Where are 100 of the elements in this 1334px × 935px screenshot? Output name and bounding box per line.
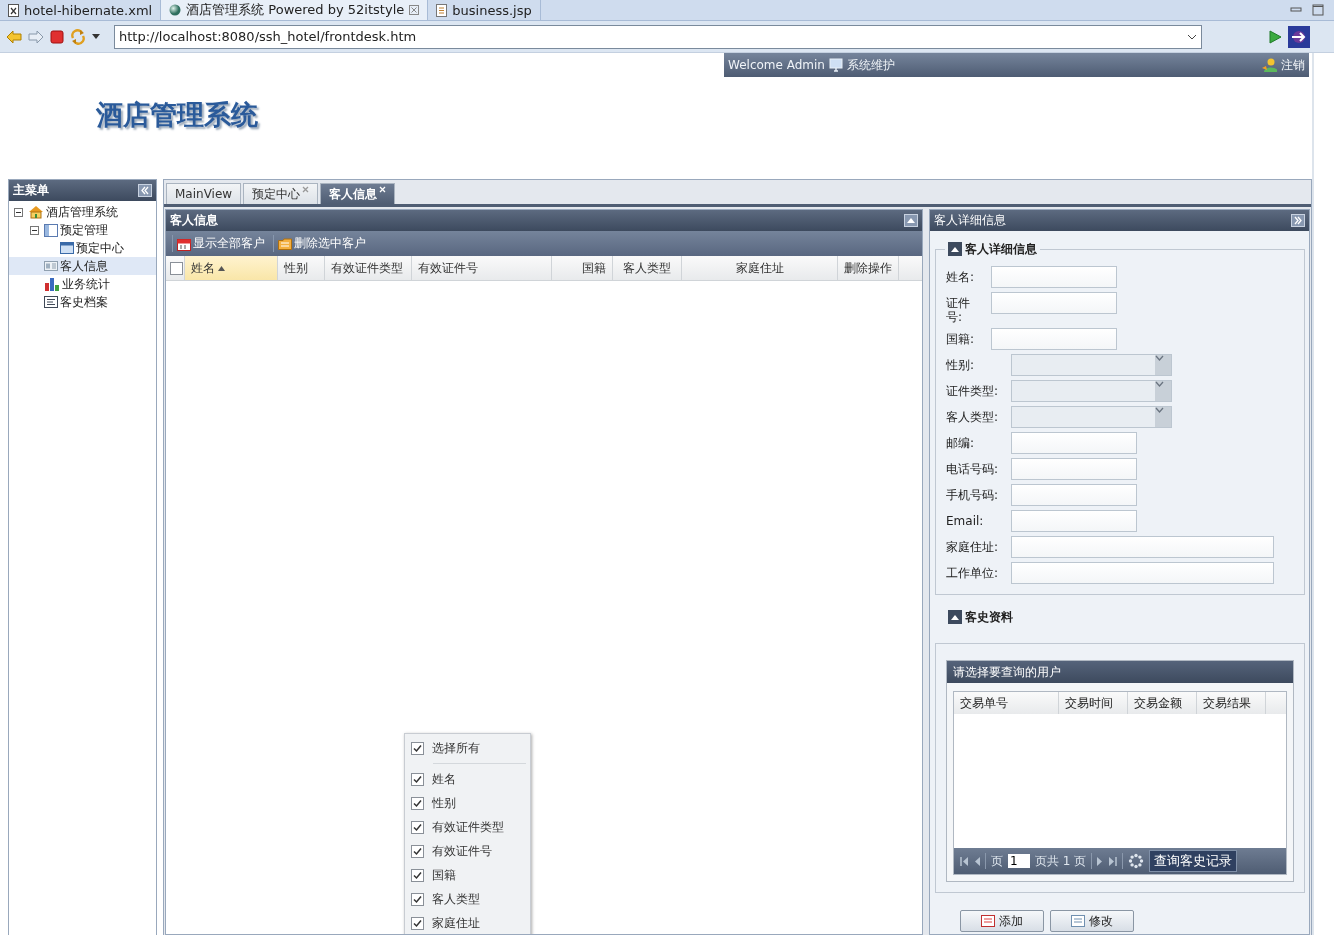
address-field[interactable]: http://localhost:8080/ssh_hotel/frontdesk.htm xyxy=(114,24,1202,49)
app-icon[interactable] xyxy=(1288,25,1310,48)
refresh-icon[interactable] xyxy=(1128,853,1145,869)
maximize-icon[interactable] xyxy=(1312,4,1324,16)
collapse-icon[interactable] xyxy=(29,225,40,235)
menu-item[interactable]: 家庭住址 xyxy=(405,911,530,934)
last-page-icon[interactable] xyxy=(1108,856,1118,866)
tab[interactable]: 客人信息 xyxy=(320,183,396,204)
input-field[interactable] xyxy=(1011,458,1137,480)
input-field[interactable] xyxy=(991,292,1117,314)
collapse-icon[interactable] xyxy=(948,610,962,624)
pager-label: 页共 1 页 xyxy=(1035,852,1087,870)
input-field[interactable] xyxy=(1011,536,1274,558)
field-label: 邮编: xyxy=(946,435,976,450)
browser-tab[interactable]: 酒店管理系统 Powered by 52itstyle xyxy=(161,0,429,20)
collapse-icon[interactable] xyxy=(948,242,962,256)
first-page-icon[interactable] xyxy=(960,856,969,866)
menu-item[interactable]: 有效证件类型 xyxy=(405,815,530,839)
tab[interactable]: 预定中心 xyxy=(243,183,319,204)
select-all-checkbox[interactable] xyxy=(170,261,183,275)
field-label: 姓名: xyxy=(946,269,976,284)
monitor-icon[interactable] xyxy=(828,58,843,72)
chevron-icon[interactable] xyxy=(1187,33,1197,40)
close-icon[interactable] xyxy=(302,186,310,193)
menu-item[interactable]: 有效证件号 xyxy=(405,839,530,863)
collapse-icon[interactable] xyxy=(13,207,24,217)
input-field[interactable] xyxy=(1011,432,1137,454)
column-header[interactable]: 家庭住址 xyxy=(682,256,838,280)
field-label: 性别: xyxy=(946,357,976,372)
stop-icon[interactable] xyxy=(50,29,64,44)
column-header[interactable]: 客人类型 xyxy=(613,256,682,280)
tree-item[interactable]: 预定管理 xyxy=(9,221,156,239)
page-field[interactable]: 1 xyxy=(1008,854,1030,868)
play-icon[interactable] xyxy=(1268,29,1282,44)
column-header[interactable]: 姓名 xyxy=(185,256,278,280)
dropdown-field[interactable] xyxy=(1011,380,1172,402)
field-label: 电话号码: xyxy=(946,461,1000,476)
forward-icon[interactable] xyxy=(28,29,44,44)
tree-item[interactable]: 预定中心 xyxy=(9,239,156,257)
column-header[interactable]: 交易时间 xyxy=(1059,692,1128,714)
panel-icon xyxy=(44,223,58,237)
field-label: 家庭住址: xyxy=(946,539,1000,554)
tree-item[interactable]: 客史档案 xyxy=(9,293,156,311)
toolbar-button[interactable]: 显示全部客户 xyxy=(172,235,269,252)
input-field[interactable] xyxy=(1011,484,1137,506)
checkbox[interactable] xyxy=(411,844,424,858)
menu-item[interactable]: 选择所有 xyxy=(405,736,530,760)
input-field[interactable] xyxy=(1011,510,1137,532)
checkbox[interactable] xyxy=(411,772,424,786)
expand-icon[interactable] xyxy=(1291,214,1305,227)
checkbox[interactable] xyxy=(411,916,424,930)
dropdown-field[interactable] xyxy=(1011,406,1172,428)
checkbox[interactable] xyxy=(411,892,424,906)
menu-item[interactable]: 姓名 xyxy=(405,767,530,791)
maintenance-link[interactable]: 系统维护 xyxy=(846,56,895,74)
column-header[interactable]: 性别 xyxy=(278,256,325,280)
sync-icon[interactable] xyxy=(70,28,86,45)
action-button[interactable]: 添加 xyxy=(960,910,1044,932)
menu-item[interactable]: 客人类型 xyxy=(405,887,530,911)
tree-item[interactable]: 客人信息 xyxy=(9,257,156,275)
panel-title: 客人信息 xyxy=(170,212,218,229)
input-field[interactable] xyxy=(991,328,1117,350)
column-header[interactable]: 交易结果 xyxy=(1197,692,1266,714)
toolbar-button[interactable]: 删除选中客户 xyxy=(273,235,370,252)
user-icon[interactable] xyxy=(1261,57,1277,73)
dropdown-icon[interactable] xyxy=(92,33,100,40)
input-field[interactable] xyxy=(991,266,1117,288)
previous-page-icon[interactable] xyxy=(974,856,980,866)
tab-label: business.jsp xyxy=(452,2,532,18)
checkbox[interactable] xyxy=(411,820,424,834)
back-icon[interactable] xyxy=(6,29,22,44)
tab[interactable]: MainView xyxy=(166,183,242,204)
next-page-icon[interactable] xyxy=(1097,856,1104,866)
checkbox[interactable] xyxy=(411,741,424,755)
input-field[interactable] xyxy=(1011,562,1274,584)
field-label: 手机号码: xyxy=(946,487,1000,502)
checkbox[interactable] xyxy=(411,868,424,882)
menu-item[interactable]: 国籍 xyxy=(405,863,530,887)
column-header[interactable]: 有效证件类型 xyxy=(325,256,412,280)
house-icon xyxy=(28,205,44,219)
column-header[interactable]: 删除操作 xyxy=(838,256,899,280)
dropdown-field[interactable] xyxy=(1011,354,1172,376)
field-label: 证件号: xyxy=(946,295,971,324)
tree-item[interactable]: 酒店管理系统 xyxy=(9,203,156,221)
column-header[interactable]: 交易金额 xyxy=(1128,692,1197,714)
query-button[interactable]: 查询客史记录 xyxy=(1149,850,1238,872)
checkbox[interactable] xyxy=(411,796,424,810)
action-button[interactable]: 修改 xyxy=(1050,910,1134,932)
tree-item[interactable]: 业务统计 xyxy=(9,275,156,293)
column-header[interactable]: 有效证件号 xyxy=(412,256,552,280)
menu-item[interactable]: 性别 xyxy=(405,791,530,815)
browser-tab[interactable]: business.jsp xyxy=(428,0,541,20)
column-header[interactable]: 国籍 xyxy=(552,256,613,280)
close-icon[interactable] xyxy=(409,5,420,15)
column-header[interactable]: 交易单号 xyxy=(954,692,1059,714)
fieldset-legend: 客史资料 xyxy=(965,608,1013,626)
logout-link[interactable]: 注销 xyxy=(1281,56,1305,74)
grid-title: 请选择要查询的用户 xyxy=(947,661,1293,683)
field-label: Email: xyxy=(946,513,985,528)
calendar-icon xyxy=(177,236,191,251)
